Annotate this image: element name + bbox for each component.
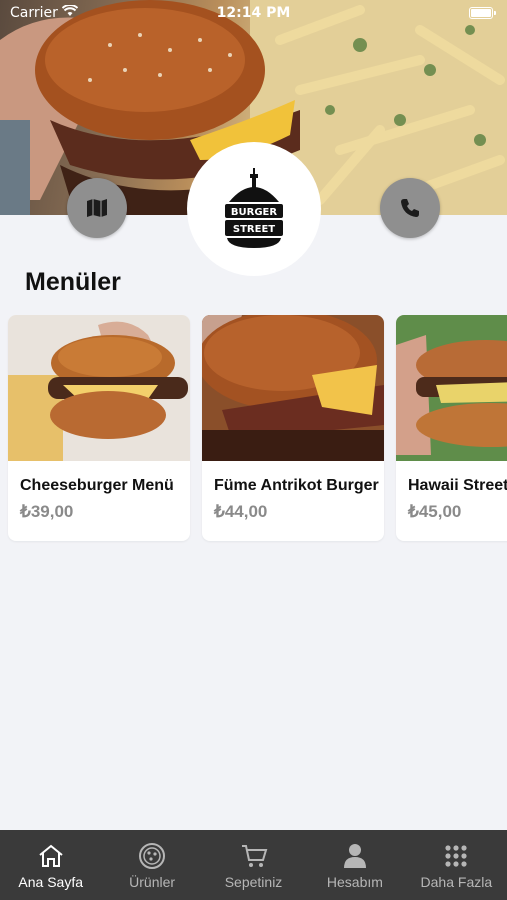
tab-account[interactable]: Hesabım — [304, 830, 405, 900]
tab-label: Sepetiniz — [224, 874, 283, 890]
tab-bar: Ana Sayfa Ürünler Sepetiniz Hesabım Daha… — [0, 830, 507, 900]
menu-item-price: ₺39,00 — [20, 502, 74, 521]
tab-label: Daha Fazla — [420, 874, 493, 890]
pizza-icon — [137, 842, 167, 870]
status-bar: Carrier 12:14 PM — [0, 0, 507, 28]
menu-item-image — [396, 315, 507, 461]
menu-item-name: Cheeseburger Menü — [20, 477, 174, 494]
tab-label: Ana Sayfa — [18, 874, 83, 890]
svg-text:BURGER: BURGER — [231, 207, 277, 218]
svg-text:STREET: STREET — [233, 224, 275, 235]
menu-card[interactable]: Cheeseburger Menü ₺39,00 — [8, 315, 190, 541]
tab-label: Hesabım — [326, 874, 383, 890]
map-button[interactable] — [67, 178, 127, 238]
menu-card[interactable]: Hawaii Street ₺45,00 — [396, 315, 507, 541]
grid-icon — [441, 842, 471, 870]
clock: 12:14 PM — [216, 5, 291, 21]
menu-item-name: Füme Antrikot Burger — [214, 477, 379, 494]
menu-item-image — [8, 315, 190, 461]
menus-section-title: Menüler — [25, 268, 121, 296]
menu-item-price: ₺45,00 — [408, 502, 462, 521]
user-icon — [340, 842, 370, 870]
menu-item-name: Hawaii Street — [408, 477, 507, 494]
tab-home[interactable]: Ana Sayfa — [0, 830, 101, 900]
tab-label: Ürünler — [129, 874, 176, 890]
menu-card[interactable]: Füme Antrikot Burger ₺44,00 — [202, 315, 384, 541]
cart-icon — [239, 842, 269, 870]
menu-carousel[interactable]: Cheeseburger Menü ₺39,00 Füme Antrikot B… — [0, 315, 507, 545]
phone-button[interactable] — [380, 178, 440, 238]
menu-item-price: ₺44,00 — [214, 502, 268, 521]
restaurant-logo: BURGER STREET — [187, 142, 321, 276]
burger-street-logo: BURGER STREET — [225, 168, 283, 248]
battery-icon — [469, 7, 496, 19]
tab-cart[interactable]: Sepetiniz — [203, 830, 304, 900]
home-icon — [36, 842, 66, 870]
phone-icon — [401, 199, 419, 217]
tab-products[interactable]: Ürünler — [101, 830, 202, 900]
map-icon — [87, 199, 107, 217]
tab-more[interactable]: Daha Fazla — [406, 830, 507, 900]
menu-item-image — [202, 315, 384, 461]
